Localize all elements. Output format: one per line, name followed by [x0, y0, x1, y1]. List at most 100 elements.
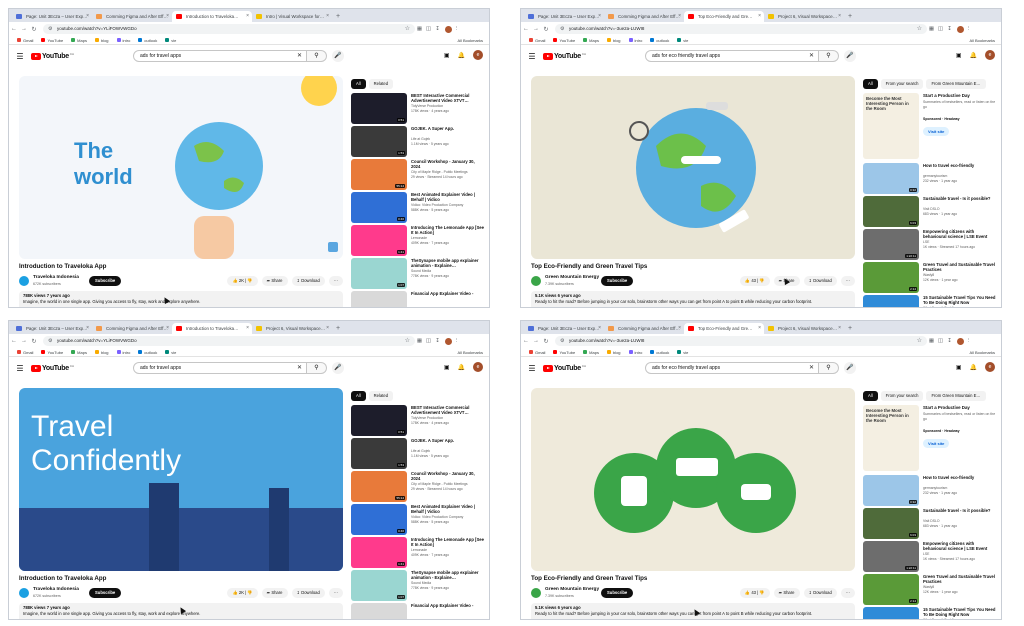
filter-chip[interactable]: From Green Mountain E… [926, 79, 986, 89]
recommended-video[interactable]: 55:14 Council Workshop - January 30, 2024… [351, 159, 487, 192]
all-bookmarks-folder[interactable]: All Bookmarks [457, 36, 483, 45]
recommended-video-title[interactable]: BEST Interactive Commercial Advertisemen… [411, 93, 485, 103]
recommended-video[interactable]: 1:07 TheSynapse mobile app explainer anim… [351, 570, 487, 603]
download-icon[interactable]: ↧ [433, 338, 442, 344]
site-info-icon[interactable]: ⚙ [48, 336, 52, 346]
site-info-icon[interactable]: ⚙ [48, 24, 52, 34]
channel-name[interactable]: Green Mountain Energy [545, 587, 599, 592]
visit-site-button[interactable]: Visit site [923, 127, 950, 136]
channel-avatar[interactable] [531, 276, 541, 286]
youtube-logo[interactable]: YouTube CA [31, 52, 74, 60]
video-player[interactable]: Travel Confidently [19, 388, 343, 571]
browser-menu-icon[interactable]: ⋮ [452, 26, 461, 32]
bookmark-item[interactable]: Gmail [17, 38, 33, 43]
browser-tab[interactable]: Project 6, Visual Workspace… × [764, 323, 844, 334]
recommended-video-title[interactable]: Green Travel and Sustainable Travel Prac… [923, 262, 997, 272]
all-bookmarks-folder[interactable]: All Bookmarks [969, 348, 995, 357]
extensions-icon[interactable]: ▦ [415, 26, 424, 32]
download-button[interactable]: ↧ Download [291, 588, 325, 598]
search-input[interactable]: ads for eco friendly travel apps ✕ [645, 362, 819, 374]
recommended-video-title[interactable]: Empowering citizens with behavioural sci… [923, 229, 997, 239]
video-description[interactable]: 5.1K views 6 years ago Ready to hit the … [531, 291, 855, 307]
browser-profile-avatar[interactable] [957, 25, 964, 33]
video-thumbnail[interactable]: 6:03 [863, 196, 919, 227]
download-icon[interactable]: ↧ [433, 26, 442, 32]
video-thumbnail[interactable]: 0:46 [351, 504, 407, 535]
download-icon[interactable]: ↧ [945, 26, 954, 32]
recommended-video-title[interactable]: 15 Sustainable Travel Tips You Need To B… [923, 295, 997, 305]
recommended-video[interactable]: 6:03 Sustainable travel - Is it possible?… [863, 196, 999, 229]
search-button[interactable]: ⚲ [819, 362, 839, 374]
video-thumbnail[interactable]: 0:51 [351, 405, 407, 436]
forward-icon[interactable]: → [19, 338, 29, 344]
youtube-logo[interactable]: YouTube CA [543, 52, 586, 60]
forward-icon[interactable]: → [19, 26, 29, 32]
channel-name[interactable]: Green Mountain Energy [545, 275, 599, 280]
browser-profile-avatar[interactable] [445, 25, 452, 33]
channel-name[interactable]: Traveloka Indonesia [33, 275, 79, 280]
video-thumbnail[interactable]: 1:22:11 [863, 541, 919, 572]
share-button[interactable]: ➦ Share [773, 588, 800, 598]
recommended-video[interactable]: 1:53 GOJEK. A Super App. Life at Gojek 1.1M… [351, 126, 487, 159]
recommended-video[interactable]: 1:22:11 Empowering citizens with behaviou… [863, 229, 999, 262]
close-tab-icon[interactable]: × [678, 11, 681, 22]
video-thumbnail[interactable] [351, 291, 407, 307]
filter-chip[interactable]: From Green Mountain E… [926, 391, 986, 401]
browser-tab[interactable]: Top Eco-Friendly and Gre… × [684, 11, 764, 22]
recommended-video-title[interactable]: Council Workshop - January 30, 2024 [411, 471, 485, 481]
like-button[interactable]: 👍 43 | 👎 [739, 588, 770, 598]
download-button[interactable]: ↧ Download [291, 276, 325, 286]
thumbs-down-icon[interactable]: 👎 [759, 278, 764, 283]
recommended-video[interactable]: 55:14 Council Workshop - January 30, 2024… [351, 471, 487, 504]
browser-profile-avatar[interactable] [445, 337, 452, 345]
recommended-video[interactable]: 1:41 Introducing The Lemonade App [See It… [351, 537, 487, 570]
search-input[interactable]: ads for eco friendly travel apps ✕ [645, 50, 819, 62]
bookmark-item[interactable]: Gmail [17, 350, 33, 355]
bookmark-item[interactable]: vie [165, 350, 176, 355]
video-thumbnail[interactable]: 55:14 [351, 159, 407, 190]
video-thumbnail[interactable]: 55:14 [351, 471, 407, 502]
filter-chip[interactable]: From your search [880, 391, 924, 401]
bookmark-star-icon[interactable]: ☆ [405, 336, 410, 346]
video-description[interactable]: 788K views 7 years ago Imagine, the worl… [19, 291, 343, 307]
notifications-bell-icon[interactable]: 🔔 [458, 52, 465, 59]
create-icon[interactable]: ▣ [444, 364, 450, 371]
bookmark-item[interactable]: blog [606, 350, 621, 355]
recommended-video-title[interactable]: GOJEK. A Super App. [411, 438, 485, 443]
close-tab-icon[interactable]: × [326, 11, 329, 22]
more-actions-button[interactable]: ⋯ [328, 276, 343, 286]
search-button[interactable]: ⚲ [307, 50, 327, 62]
channel-avatar[interactable] [19, 276, 29, 286]
browser-menu-icon[interactable]: ⋮ [964, 338, 973, 344]
download-button[interactable]: ↧ Download [803, 276, 837, 286]
download-button[interactable]: ↧ Download [803, 588, 837, 598]
close-tab-icon[interactable]: × [838, 11, 841, 22]
channel-avatar[interactable] [531, 588, 541, 598]
like-button[interactable]: 👍 2K | 👎 [227, 276, 258, 286]
subscribe-button[interactable]: Subscribe [89, 276, 122, 286]
account-avatar[interactable]: e [985, 50, 995, 60]
recommended-video-title[interactable]: How to travel eco-friendly [923, 475, 997, 480]
voice-search-button[interactable]: 🎤 [844, 362, 856, 374]
recommended-video[interactable]: 1:53 GOJEK. A Super App. Life at Gojek 1.1M… [351, 438, 487, 471]
back-icon[interactable]: ← [9, 26, 19, 32]
youtube-logo[interactable]: YouTube CA [31, 364, 74, 372]
reload-icon[interactable]: ↻ [541, 26, 551, 33]
download-icon[interactable]: ↧ [945, 338, 954, 344]
close-tab-icon[interactable]: × [246, 11, 249, 22]
recommended-video-title[interactable]: GOJEK. A Super App. [411, 126, 485, 131]
new-tab-icon[interactable]: + [332, 323, 344, 334]
video-player[interactable] [531, 388, 855, 571]
browser-tab[interactable]: Page: Unit 3Ec2a – User Exp… × [12, 11, 92, 22]
more-actions-button[interactable]: ⋯ [328, 588, 343, 598]
recommended-video[interactable]: Financial App Explainer Video - [351, 603, 487, 619]
video-player[interactable]: The world [19, 76, 343, 259]
notifications-bell-icon[interactable]: 🔔 [970, 364, 977, 371]
like-button[interactable]: 👍 2K | 👎 [227, 588, 258, 598]
create-icon[interactable]: ▣ [956, 364, 962, 371]
recommended-video-title[interactable]: Sustainable travel - Is it possible? [923, 196, 997, 201]
extensions-icon[interactable]: ▦ [415, 338, 424, 344]
recommended-video[interactable]: 1:41 Introducing The Lemonade App [See It… [351, 225, 487, 258]
side-panel-icon[interactable]: ◫ [936, 26, 945, 32]
bookmark-item[interactable]: intro [628, 350, 642, 355]
